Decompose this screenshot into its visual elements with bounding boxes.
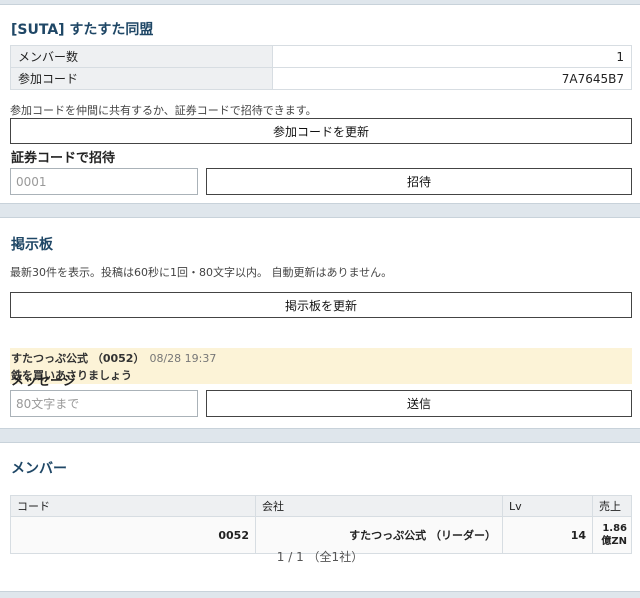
members-count-value: 1 — [272, 45, 632, 68]
invite-button[interactable]: 招待 — [206, 168, 632, 195]
members-count-label: メンバー数 — [10, 45, 273, 68]
members-panel: メンバー コード 会社 Lv 売上 0052 すたつっぷ公式 （リーダー） 14… — [0, 442, 640, 592]
send-button[interactable]: 送信 — [206, 390, 632, 417]
members-table: コード 会社 Lv 売上 0052 すたつっぷ公式 （リーダー） 14 1.86… — [10, 495, 632, 554]
board-panel: 掲示板 最新30件を表示。投稿は60秒に1回・80文字以内。 自動更新はありませ… — [0, 217, 640, 429]
alliance-info-table: メンバー数 1 参加コード 7A7645B7 — [10, 45, 632, 90]
join-code-value: 7A7645B7 — [272, 67, 632, 90]
refresh-board-button[interactable]: 掲示板を更新 — [10, 292, 632, 318]
board-post: すたつっぷ公式 （0052） 08/28 19:37 鉄を買いあさりましょう — [10, 348, 632, 384]
member-sales-amount: 1.86 — [602, 523, 627, 534]
refresh-join-code-button[interactable]: 参加コードを更新 — [10, 118, 632, 144]
board-title: 掲示板 — [11, 237, 53, 253]
message-label: メッセージ — [11, 374, 76, 389]
post-author: すたつっぷ公式 （0052） — [11, 352, 145, 365]
post-header: すたつっぷ公式 （0052） 08/28 19:37 — [11, 350, 216, 366]
member-sales-unit: 億ZN — [601, 536, 627, 547]
members-count-row: メンバー数 1 — [10, 45, 632, 68]
col-lv: Lv — [502, 495, 593, 517]
share-note: 参加コードを仲間に共有するか、証券コードで招待できます。 — [10, 104, 317, 117]
pager: 1 / 1 （全1社） — [276, 550, 364, 564]
invite-code-input[interactable]: 0001 — [10, 168, 198, 195]
col-sales: 売上 — [592, 495, 632, 517]
col-company: 会社 — [255, 495, 503, 517]
join-code-label: 参加コード — [10, 67, 273, 90]
members-title: メンバー — [11, 461, 67, 477]
col-code: コード — [10, 495, 256, 517]
members-table-header: コード 会社 Lv 売上 — [10, 495, 632, 517]
invite-label: 証券コードで招待 — [11, 151, 116, 166]
join-code-row: 参加コード 7A7645B7 — [10, 67, 632, 90]
alliance-panel: [SUTA] すたすた同盟 メンバー数 1 参加コード 7A7645B7 参加コ… — [0, 4, 640, 204]
message-input[interactable]: 80文字まで — [10, 390, 198, 417]
post-date: 08/28 19:37 — [149, 352, 217, 365]
alliance-title: [SUTA] すたすた同盟 — [11, 22, 154, 38]
board-note: 最新30件を表示。投稿は60秒に1回・80文字以内。 自動更新はありません。 — [10, 266, 393, 279]
